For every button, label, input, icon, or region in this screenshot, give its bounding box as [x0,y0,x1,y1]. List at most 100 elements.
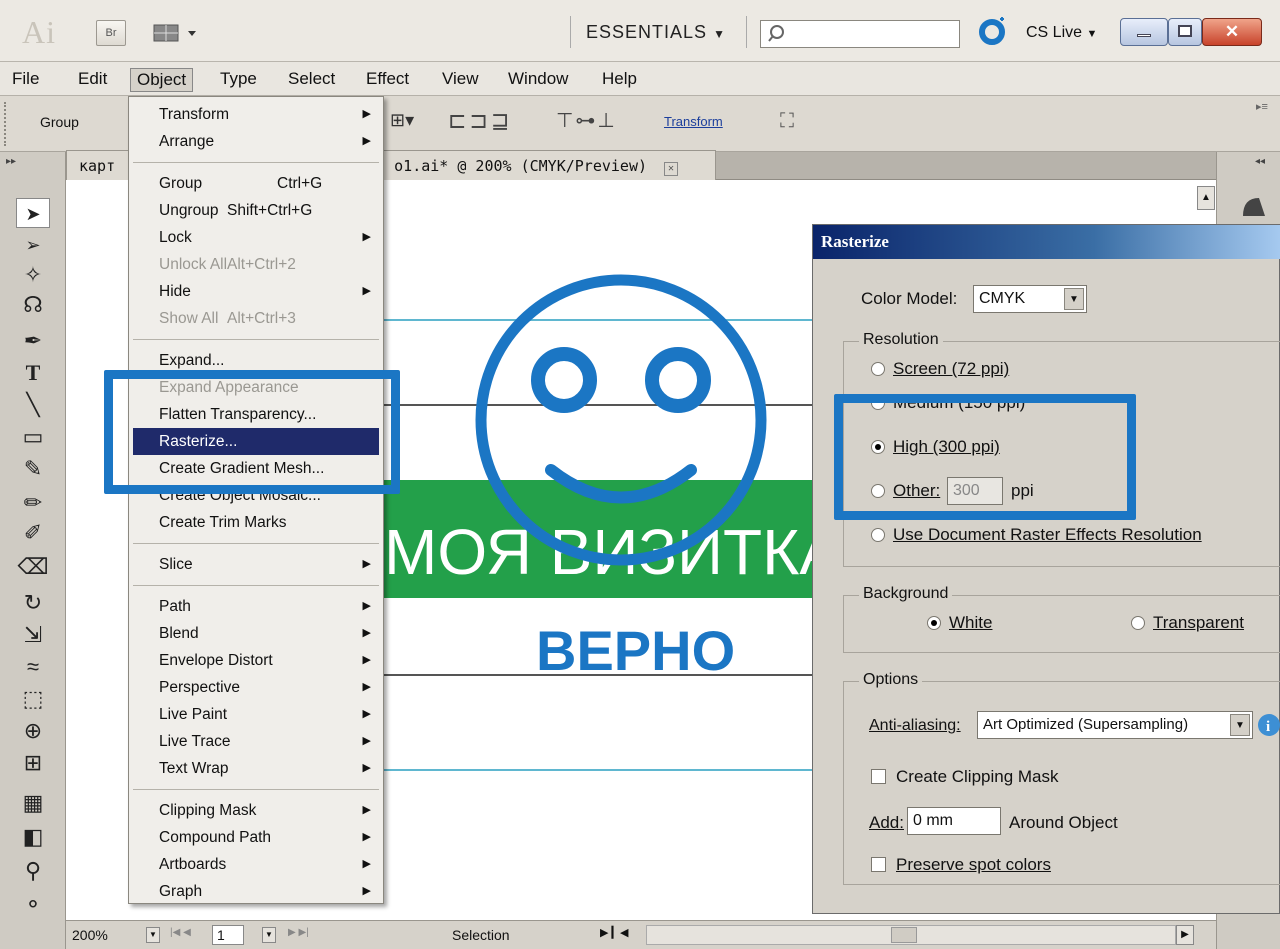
magic-wand-tool-icon[interactable]: ✧ [16,260,50,290]
scrollbar-thumb[interactable] [891,927,917,943]
menu-item-label: Ungroup [159,202,219,219]
lasso-tool-icon[interactable]: ☊ [16,290,50,320]
preserve-spot-colors-checkbox[interactable]: Preserve spot colors [871,855,1051,875]
artboard-dropdown-arrow[interactable]: ▼ [262,927,276,943]
create-clipping-mask-checkbox[interactable]: Create Clipping Mask [871,767,1059,787]
rectangle-tool-icon[interactable]: ▭ [16,422,50,452]
align-to-icon[interactable]: ⊞▾ [390,110,414,131]
menu-item-perspective[interactable]: Perspective ▶ [133,674,379,701]
menu-item-graph[interactable]: Graph ▶ [133,878,379,905]
menu-bar: File Edit Object Type Select Effect View… [0,62,1280,96]
menu-item-envelope-distort[interactable]: Envelope Distort ▶ [133,647,379,674]
eyedropper-tool-icon[interactable]: ⚲ [16,856,50,886]
menu-item-create-trim-marks[interactable]: Create Trim Marks [133,509,379,536]
align-objects-icons[interactable]: ⊏⊐⊒ [448,108,512,134]
close-tab-icon[interactable]: ✕ [664,162,679,176]
menu-item-text-wrap[interactable]: Text Wrap ▶ [133,755,379,782]
menu-select[interactable]: Select [282,68,341,90]
around-object-label: Around Object [1009,813,1118,832]
perspective-grid-tool-icon[interactable]: ⊞ [16,748,50,778]
pen-tool-icon[interactable]: ✒ [16,326,50,356]
panel-menu-icon[interactable]: ▸≡ [1256,100,1268,113]
radio-screen[interactable]: Screen (72 ppi) [871,359,1009,379]
mesh-tool-icon[interactable]: ▦ [16,788,50,818]
type-tool-icon[interactable]: T [16,358,50,388]
arrange-documents-button[interactable] [152,20,206,46]
menu-item-hide[interactable]: Hide ▶ [133,278,379,305]
selection-tool-icon[interactable]: ➤ [16,198,50,228]
blend-tool-icon[interactable]: ⚬ [16,890,50,920]
menu-item-live-trace[interactable]: Live Trace ▶ [133,728,379,755]
paintbrush-tool-icon[interactable]: ✎ [16,454,50,484]
minimize-button[interactable] [1120,18,1168,46]
menu-item-path[interactable]: Path ▶ [133,593,379,620]
scroll-up-arrow[interactable]: ▲ [1197,186,1215,210]
antialiasing-select[interactable]: Art Optimized (Supersampling) ▼ [977,711,1253,739]
radio-document-resolution[interactable]: Use Document Raster Effects Resolution [871,525,1202,545]
cs-live-menu[interactable]: CS Live ▼ [1026,24,1097,42]
pencil-tool-icon[interactable]: ✏ [16,488,50,518]
zoom-level[interactable]: 200% [72,927,108,943]
menu-edit[interactable]: Edit [72,68,113,90]
menu-type[interactable]: Type [214,68,263,90]
transform-link[interactable]: Transform [664,114,723,129]
horizontal-scrollbar[interactable] [646,925,1176,945]
gradient-tool-icon[interactable]: ◧ [16,822,50,852]
warp-tool-icon[interactable]: ≈ [16,652,50,682]
collapse-panel-icon[interactable]: ▸▸ [6,156,16,167]
distribute-objects-icons[interactable]: ⊤⊶⊥ [556,108,617,133]
rotate-tool-icon[interactable]: ↻ [16,588,50,618]
artboard-number-field[interactable]: 1 [212,925,244,945]
eraser-tool-icon[interactable]: ⌫ [16,552,50,582]
close-button[interactable]: ✕ [1202,18,1262,46]
submenu-arrow-icon: ▶ [362,231,371,243]
scale-tool-icon[interactable]: ⇲ [16,620,50,650]
submenu-arrow-icon: ▶ [362,735,371,747]
menu-window[interactable]: Window [502,68,574,90]
radio-bg-white[interactable]: White [927,613,992,633]
add-around-field[interactable]: 0 mm [907,807,1001,835]
color-model-select[interactable]: CMYK ▼ [973,285,1087,313]
menu-item-arrange[interactable]: Arrange ▶ [133,128,379,155]
expand-panels-icon[interactable]: ◂◂ [1255,156,1265,167]
menu-object[interactable]: Object [130,68,194,92]
free-transform-tool-icon[interactable]: ⬚ [16,684,50,714]
scroll-right-arrow[interactable]: ▶ [1176,925,1194,945]
chevron-down-icon: ▼ [713,27,726,41]
radio-bg-transparent[interactable]: Transparent [1131,613,1244,633]
maximize-button[interactable] [1168,18,1202,46]
line-tool-icon[interactable]: ╲ [16,390,50,420]
menu-view[interactable]: View [436,68,485,90]
direct-selection-tool-icon[interactable]: ➢ [16,230,50,260]
blob-brush-tool-icon[interactable]: ✐ [16,518,50,548]
first-artboard-icon[interactable]: |◀ ◀ [170,927,191,938]
isolate-group-icon[interactable]: ⛶ [780,110,794,133]
workspace-switcher[interactable]: ESSENTIALS ▼ [586,22,726,43]
info-icon[interactable]: i [1257,713,1280,737]
menu-item-transform[interactable]: Transform ▶ [133,101,379,128]
next-artboard-icon[interactable]: ▶ ▶| [288,927,309,938]
bridge-button[interactable]: Br [96,20,126,46]
menu-file[interactable]: File [6,68,45,90]
status-menu-arrow[interactable]: ▶ ▎◀ [600,926,628,939]
menu-item-show-all[interactable]: Show All Alt+Ctrl+3 [133,305,379,332]
menu-effect[interactable]: Effect [360,68,415,90]
menu-item-group[interactable]: Group Ctrl+G [133,170,379,197]
menu-item-unlock-all[interactable]: Unlock All Alt+Ctrl+2 [133,251,379,278]
panel-shape-icon[interactable] [1239,194,1267,218]
menu-item-artboards[interactable]: Artboards ▶ [133,851,379,878]
menu-item-ungroup[interactable]: Ungroup Shift+Ctrl+G [133,197,379,224]
menu-item-blend[interactable]: Blend ▶ [133,620,379,647]
menu-item-label: Live Paint [159,706,228,723]
menu-item-lock[interactable]: Lock ▶ [133,224,379,251]
help-search-input[interactable] [760,20,960,48]
menu-item-clipping-mask[interactable]: Clipping Mask ▶ [133,797,379,824]
menu-item-live-paint[interactable]: Live Paint ▶ [133,701,379,728]
svg-text:i: i [1266,719,1270,735]
menu-item-compound-path[interactable]: Compound Path ▶ [133,824,379,851]
menu-help[interactable]: Help [596,68,643,90]
zoom-dropdown-arrow[interactable]: ▼ [146,927,160,943]
menu-item-slice[interactable]: Slice ▶ [133,551,379,578]
shape-builder-tool-icon[interactable]: ⊕ [16,716,50,746]
checkbox-icon [871,857,886,872]
